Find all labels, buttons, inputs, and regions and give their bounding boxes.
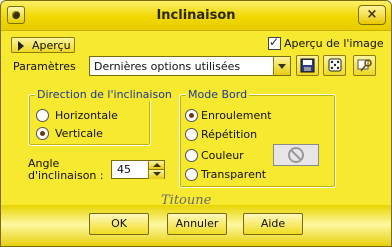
radio-repeat-label: Répétition (201, 128, 258, 141)
params-label: Paramètres (13, 60, 76, 73)
cancel-button[interactable]: Annuler (167, 213, 227, 235)
randomize-button[interactable] (323, 55, 346, 76)
preview-toggle-button[interactable]: Aperçu (11, 37, 75, 53)
radio-horizontal-label: Horizontale (55, 109, 118, 122)
radio-vertical[interactable] (36, 127, 49, 140)
radio-transparent-label: Transparent (201, 168, 267, 181)
radio-horizontal[interactable] (36, 109, 49, 122)
dice-random-icon (328, 58, 342, 72)
signature-watermark: Titoune (161, 193, 212, 208)
window-title: Inclinaison (156, 8, 236, 23)
radio-wrap-label: Enroulement (201, 109, 272, 122)
radio-wrap[interactable] (185, 109, 198, 122)
radio-color-label: Couleur (201, 149, 244, 162)
radio-repeat[interactable] (185, 128, 198, 141)
spin-down-button[interactable] (148, 170, 164, 179)
direction-legend: Direction de l'inclinaison (35, 88, 174, 101)
show-image-label: Aperçu de l'image (284, 37, 384, 50)
arrow-down-icon (153, 172, 161, 176)
color-swatch[interactable] (273, 144, 319, 166)
save-preset-icon (300, 58, 315, 73)
no-entry-icon (288, 147, 304, 163)
radio-transparent[interactable] (185, 168, 198, 181)
save-preset-button[interactable] (296, 55, 319, 76)
radio-vertical-label: Verticale (55, 127, 103, 140)
help-button[interactable]: Aide (243, 213, 303, 235)
radio-selected-dot (189, 113, 194, 118)
edge-mode-legend: Mode Bord (186, 88, 250, 101)
show-image-checkbox[interactable]: ✓ (268, 35, 281, 50)
preset-select[interactable]: Dernières options utilisées (89, 56, 291, 76)
radio-color[interactable] (185, 149, 198, 162)
angle-value: 45 (117, 163, 131, 176)
angle-label-line2: d'inclinaison : (28, 169, 104, 182)
chevron-down-icon (278, 64, 286, 69)
reset-key-icon (357, 59, 372, 72)
checkmark-icon: ✓ (269, 35, 280, 49)
reset-defaults-button[interactable] (353, 55, 376, 76)
dropdown-button[interactable] (273, 57, 290, 75)
dialog-window: Inclinaison × Aperçu ✓ Aperçu de l'image… (0, 0, 392, 247)
spin-up-button[interactable] (148, 161, 164, 170)
angle-spinbox[interactable]: 45 (111, 160, 165, 179)
arrow-up-icon (153, 163, 161, 167)
preview-toggle-label: Aperçu (32, 39, 71, 52)
ok-button[interactable]: OK (89, 213, 149, 235)
triangle-right-icon (18, 41, 24, 51)
title-bar[interactable]: Inclinaison × (1, 1, 391, 31)
preset-select-value: Dernières options utilisées (94, 60, 241, 73)
close-button[interactable]: × (358, 5, 386, 25)
radio-selected-dot (40, 131, 45, 136)
